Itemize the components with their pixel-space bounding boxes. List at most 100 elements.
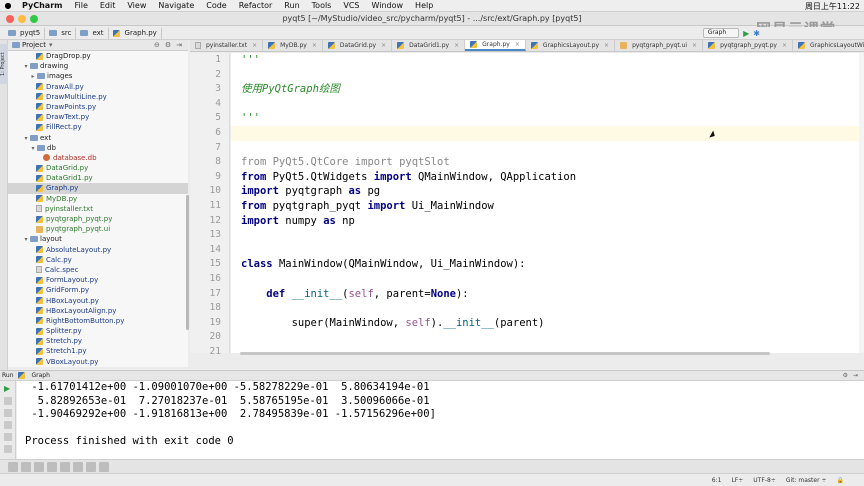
tree-folder[interactable]: ▾ drawing (8, 61, 188, 71)
run-config-select[interactable]: Graph (702, 28, 740, 38)
menu-tools[interactable]: Tools (306, 1, 338, 10)
tree-file[interactable]: DataGrid1.py (8, 173, 188, 183)
tree-file[interactable]: pyqtgraph_pyqt.py (8, 214, 188, 224)
code-line[interactable]: from PyQt5.QtCore import pyqtSlot (231, 155, 859, 170)
lock-icon[interactable]: 🔒 (837, 477, 844, 484)
run-tab-graph[interactable]: Graph (32, 372, 50, 379)
event-log-tool-icon[interactable] (86, 461, 96, 472)
breadcrumb-file[interactable]: Graph.py (109, 27, 162, 39)
collapse-all-icon[interactable]: ⊖ (154, 41, 160, 49)
tree-file[interactable]: DataGrid.py (8, 163, 188, 173)
project-panel-title[interactable]: Project (22, 41, 46, 49)
code-line[interactable]: 使用PyQtGraph绘图 (231, 82, 859, 97)
tree-file[interactable]: database.db (8, 153, 188, 163)
tree-file[interactable]: Calc.spec (8, 265, 188, 275)
tree-file[interactable]: FormLayout.py (8, 275, 188, 285)
code-line[interactable]: super(MainWindow, self).__init__(parent) (231, 316, 859, 331)
run-console[interactable]: -1.61701412e+00 -1.09001070e+00 -5.58278… (17, 381, 864, 459)
line-separator[interactable]: LF÷ (731, 477, 743, 484)
editor-tab[interactable]: pyinstaller.txt × (190, 40, 264, 51)
run-tool-icon[interactable] (34, 461, 44, 472)
breadcrumb-project[interactable]: pyqt5 (4, 27, 46, 39)
rerun-icon[interactable]: ▶ (4, 385, 12, 393)
settings-gear-icon[interactable]: ⚙ (843, 372, 848, 379)
editor-horizontal-scrollbar[interactable] (240, 352, 770, 355)
close-tab-icon[interactable]: × (381, 42, 386, 49)
code-line[interactable] (231, 243, 859, 258)
tree-file[interactable]: Stretch.py (8, 336, 188, 346)
settings-gear-icon[interactable]: ⚙ (165, 41, 171, 49)
editor-tab[interactable]: Graph.py × (465, 40, 526, 51)
debug-tool-icon[interactable] (73, 461, 83, 472)
code-line[interactable] (231, 141, 859, 156)
editor-tab[interactable]: DataGrid.py × (323, 40, 393, 51)
tree-file[interactable]: FillRect.py (8, 122, 188, 132)
code-line[interactable]: def __init__(self, parent=None): (231, 287, 859, 302)
tree-file[interactable]: HBoxLayout.py (8, 296, 188, 306)
tree-file[interactable]: DrawText.py (8, 112, 188, 122)
menu-navigate[interactable]: Navigate (152, 1, 200, 10)
code-line[interactable]: from PyQt5.QtWidgets import QMainWindow,… (231, 170, 859, 185)
code-line[interactable] (231, 301, 859, 316)
close-tab-icon[interactable]: × (454, 42, 459, 49)
menu-vcs[interactable]: VCS (337, 1, 365, 10)
apple-icon[interactable]: ● (0, 1, 16, 10)
menu-refactor[interactable]: Refactor (233, 1, 279, 10)
terminal-tool-icon[interactable] (8, 461, 18, 472)
scroll-to-end-icon[interactable] (4, 421, 12, 429)
project-tree-scrollbar[interactable] (186, 195, 189, 330)
debug-icon[interactable]: ✱ (753, 29, 760, 38)
close-tab-icon[interactable]: × (604, 42, 609, 49)
tree-file[interactable]: AbsoluteLayout.py (8, 245, 188, 255)
code-line[interactable]: import pyqtgraph as pg (231, 184, 859, 199)
editor-tab[interactable]: pyqtgraph_pyqt.py × (703, 40, 793, 51)
menu-view[interactable]: View (121, 1, 152, 10)
editor-tab[interactable]: GraphicsLayoutWidget.py× (793, 40, 864, 51)
menu-edit[interactable]: Edit (94, 1, 122, 10)
tree-folder[interactable]: ▾ db (8, 143, 188, 153)
code-editor[interactable]: ''' 使用PyQtGraph绘图 ''' from PyQt5.QtCore imp… (231, 53, 859, 353)
tree-file[interactable]: GridForm.py (8, 285, 188, 295)
close-tab-icon[interactable]: × (252, 42, 257, 49)
tree-folder[interactable]: ▾ layout (8, 234, 188, 244)
pause-icon[interactable] (4, 409, 12, 417)
close-tab-icon[interactable]: × (782, 42, 787, 49)
code-line[interactable]: ''' (231, 111, 859, 126)
tree-folder[interactable]: ▸ images (8, 71, 188, 81)
tree-file[interactable]: VBoxLayout.py (8, 357, 188, 367)
tree-file[interactable]: DragDrop.py (8, 51, 188, 61)
code-line[interactable] (231, 68, 859, 83)
close-tab-icon[interactable]: × (692, 42, 697, 49)
chevron-down-icon[interactable]: ▾ (49, 41, 53, 49)
code-line[interactable] (231, 125, 859, 141)
tree-file[interactable]: DrawMultiLine.py (8, 92, 188, 102)
caret-position[interactable]: 6:1 (712, 477, 722, 484)
hide-panel-icon[interactable]: ⇥ (176, 41, 182, 49)
menu-file[interactable]: File (68, 1, 93, 10)
trash-icon[interactable] (4, 445, 12, 453)
tree-file[interactable]: RightBottomButton.py (8, 316, 188, 326)
python-console-tool-icon[interactable] (21, 461, 31, 472)
tree-file[interactable]: MyDB.py (8, 194, 188, 204)
tree-file[interactable]: Splitter.py (8, 326, 188, 336)
project-tool-button[interactable]: 1: Project (0, 44, 8, 84)
tree-folder[interactable]: ▾ ext (8, 133, 188, 143)
code-line[interactable] (231, 228, 859, 243)
menu-window[interactable]: Window (366, 1, 410, 10)
menu-app[interactable]: PyCharm (16, 1, 68, 10)
tree-file[interactable]: DrawAll.py (8, 82, 188, 92)
code-line[interactable]: class MainWindow(QMainWindow, Ui_MainWin… (231, 257, 859, 272)
code-line[interactable] (231, 97, 859, 112)
print-icon[interactable] (4, 433, 12, 441)
tree-file[interactable]: pyinstaller.txt (8, 204, 188, 214)
stop-icon[interactable] (4, 397, 12, 405)
hide-panel-icon[interactable]: ⇥ (853, 372, 858, 379)
tree-file[interactable]: Stretch1.py (8, 346, 188, 356)
file-encoding[interactable]: UTF-8÷ (753, 477, 776, 484)
breadcrumb-ext[interactable]: ext (76, 27, 109, 39)
close-tab-icon[interactable]: × (312, 42, 317, 49)
menu-run[interactable]: Run (278, 1, 305, 10)
tree-file[interactable]: HBoxLayoutAlign.py (8, 306, 188, 316)
tree-file[interactable]: Calc.py (8, 255, 188, 265)
tree-file[interactable]: Graph.py (8, 183, 188, 194)
